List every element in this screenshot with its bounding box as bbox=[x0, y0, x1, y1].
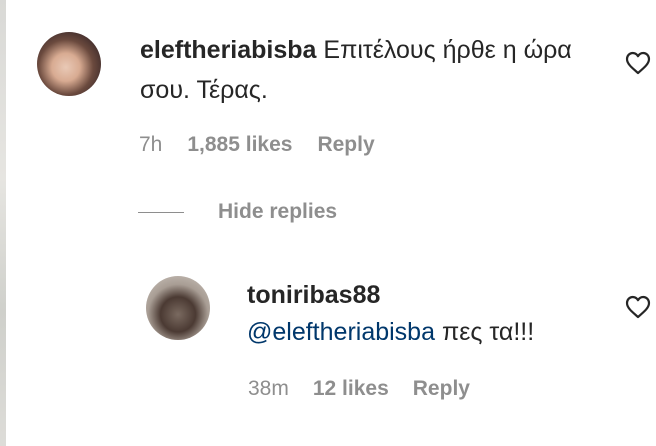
comment-username[interactable]: eleftheriabisba bbox=[140, 36, 316, 64]
mention-link[interactable]: @eleftheriabisba bbox=[247, 318, 435, 346]
hide-replies-label[interactable]: Hide replies bbox=[218, 200, 337, 224]
comment-meta: 7h 1,885 likes Reply bbox=[139, 133, 375, 157]
reply-button[interactable]: Reply bbox=[317, 133, 374, 157]
reply-avatar[interactable] bbox=[146, 276, 210, 340]
reply-likes[interactable]: 12 likes bbox=[313, 377, 389, 401]
heart-icon[interactable] bbox=[625, 295, 651, 319]
reply-username[interactable]: toniribas88 bbox=[247, 281, 380, 309]
divider-line bbox=[138, 211, 184, 213]
reply-button[interactable]: Reply bbox=[413, 377, 470, 401]
reply-body: @eleftheriabisba πες τα!!! bbox=[247, 312, 534, 352]
reply-time[interactable]: 38m bbox=[248, 377, 289, 401]
comment-time[interactable]: 7h bbox=[139, 133, 162, 157]
avatar[interactable] bbox=[37, 32, 101, 96]
comment-body: eleftheriabisba Επιτέλους ήρθε η ώρα σου… bbox=[140, 30, 610, 110]
background-edge bbox=[0, 0, 6, 446]
heart-icon[interactable] bbox=[625, 51, 651, 75]
reply-text: πες τα!!! bbox=[441, 318, 535, 346]
reply-username-line: toniribas88 bbox=[247, 275, 380, 315]
hide-replies-button[interactable]: Hide replies bbox=[138, 200, 337, 224]
comment-likes[interactable]: 1,885 likes bbox=[187, 133, 292, 157]
reply-meta: 38m 12 likes Reply bbox=[248, 377, 470, 401]
